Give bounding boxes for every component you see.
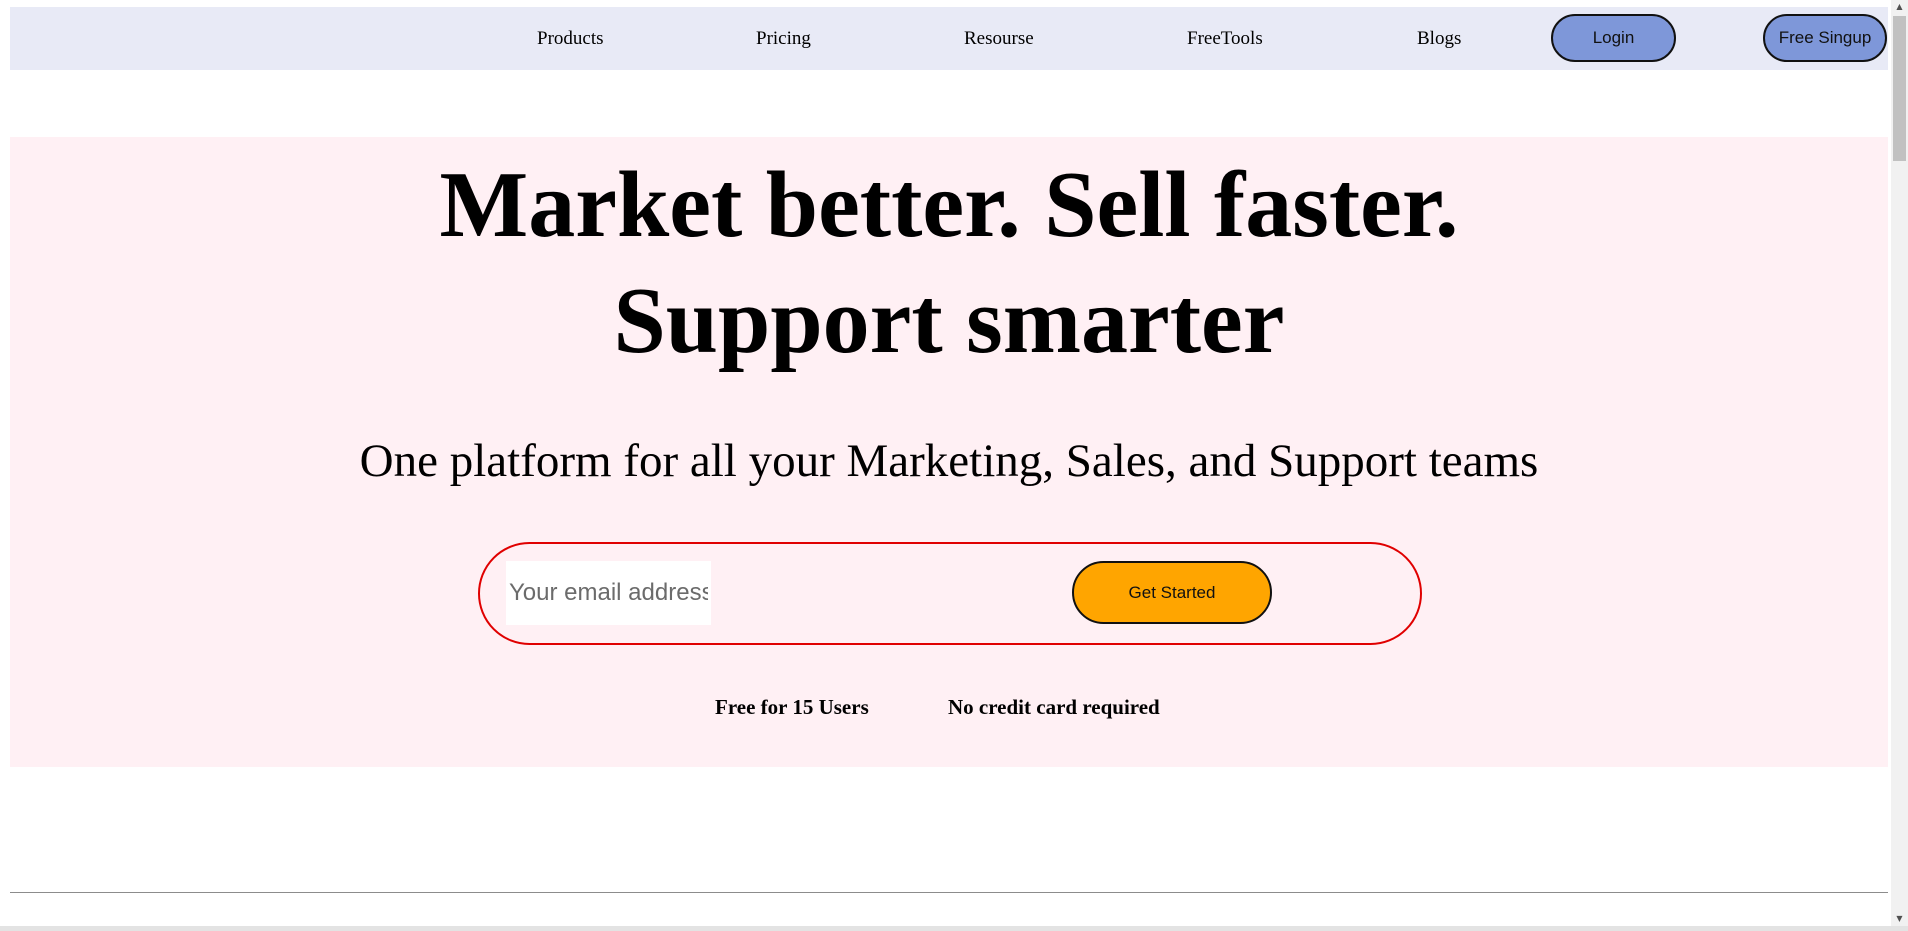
hero-headline: Market better. Sell faster. Support smar… (10, 147, 1888, 379)
perk-free-users: Free for 15 Users (715, 695, 869, 719)
scrollbar-thumb[interactable] (1893, 16, 1906, 161)
headline-line-1: Market better. Sell faster. (439, 153, 1459, 257)
hero-subheadline: One platform for all your Marketing, Sal… (359, 435, 1539, 487)
headline-line-2: Support smarter (613, 269, 1285, 373)
nav-link-resources[interactable]: Resourse (964, 7, 1034, 70)
signup-form: Get Started (478, 542, 1422, 645)
nav-link-blogs[interactable]: Blogs (1417, 7, 1461, 70)
nav-link-freetools[interactable]: FreeTools (1187, 7, 1263, 70)
login-button[interactable]: Login (1551, 14, 1676, 62)
triangle-down-icon[interactable]: ▼ (1891, 912, 1908, 926)
page: Products Pricing Resourse FreeTools Blog… (0, 0, 1908, 931)
hero-section: Market better. Sell faster. Support smar… (10, 137, 1888, 767)
footer-divider (10, 892, 1888, 893)
vertical-scrollbar[interactable]: ▲ ▼ (1891, 0, 1908, 926)
perk-no-credit-card: No credit card required (948, 695, 1160, 719)
get-started-button[interactable]: Get Started (1072, 561, 1272, 624)
free-signup-button[interactable]: Free Singup (1763, 14, 1887, 62)
email-input[interactable] (506, 561, 711, 625)
top-navbar: Products Pricing Resourse FreeTools Blog… (10, 7, 1888, 70)
nav-link-pricing[interactable]: Pricing (756, 7, 811, 70)
triangle-up-icon[interactable]: ▲ (1891, 0, 1908, 14)
window-bottom-edge (0, 926, 1908, 931)
nav-link-products[interactable]: Products (537, 7, 604, 70)
